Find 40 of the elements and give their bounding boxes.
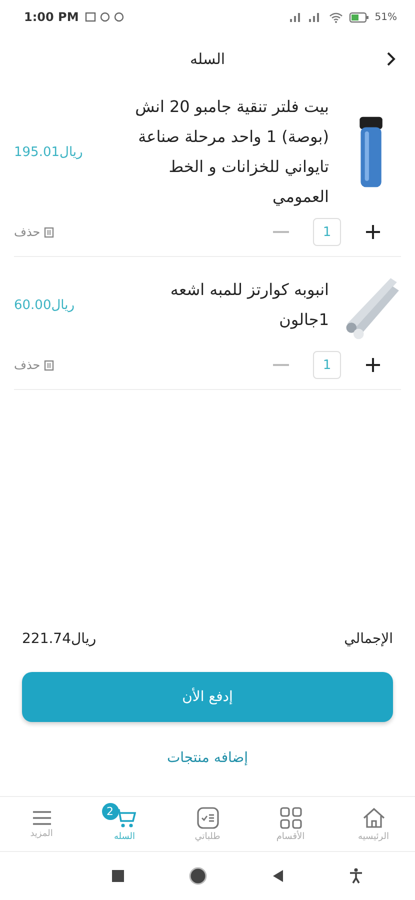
accessibility-icon[interactable] [348,868,363,884]
quantity-field[interactable]: 1 [313,218,341,246]
grid-icon [280,806,302,828]
recents-icon[interactable] [112,870,124,882]
product-name[interactable]: انبوبه كوارتز للمبه اشعه 1جالون [119,275,329,335]
increase-button[interactable] [365,224,381,240]
trash-icon [44,360,54,370]
home-icon [362,806,386,828]
cart-badge: 2 [102,802,118,820]
wifi-icon [328,12,343,22]
trash-icon [44,226,54,238]
pay-button[interactable]: إدفع الأن [22,672,393,722]
battery-icon [348,12,369,22]
status-time: 1:00 PM [24,10,79,24]
total-label: الإجمالي [344,631,393,647]
battery-level: 51% [374,12,397,22]
increase-button[interactable] [365,357,381,373]
delete-button[interactable]: حذف [14,225,54,239]
plus-icon [365,224,381,240]
quantity-field[interactable]: 1 [313,351,341,379]
nav-tab[interactable]: الرئيسيه [332,797,415,851]
home-button-icon[interactable] [189,867,208,885]
menu-icon [32,810,52,826]
minus-icon [273,231,289,233]
product-name[interactable]: بيت فلتر تنقية جامبو 20 انش (بوصة) 1 واحد مرحلة صناعة تايواني للخزانات و الخط العمومي [119,92,329,212]
nav-tab[interactable]: المزيد [0,797,83,851]
plus-icon [365,357,381,373]
product-price: 195.01ريال [14,144,84,160]
page-title: السله [190,50,226,68]
notification-icons [84,12,125,22]
nav-tab[interactable]: الأقسام [249,797,332,851]
product-price: 60.00ريال [14,298,76,312]
back-icon[interactable] [272,869,284,883]
minus-icon [273,364,289,366]
checklist-icon [196,806,218,828]
delete-button[interactable]: حذف [14,358,54,372]
chevron-icon[interactable] [386,52,396,66]
total-amount: 221.74ريال [22,631,96,647]
add-products-link[interactable]: إضافه منتجات [166,750,248,766]
nav-tab[interactable]: طلباتي [166,797,249,851]
